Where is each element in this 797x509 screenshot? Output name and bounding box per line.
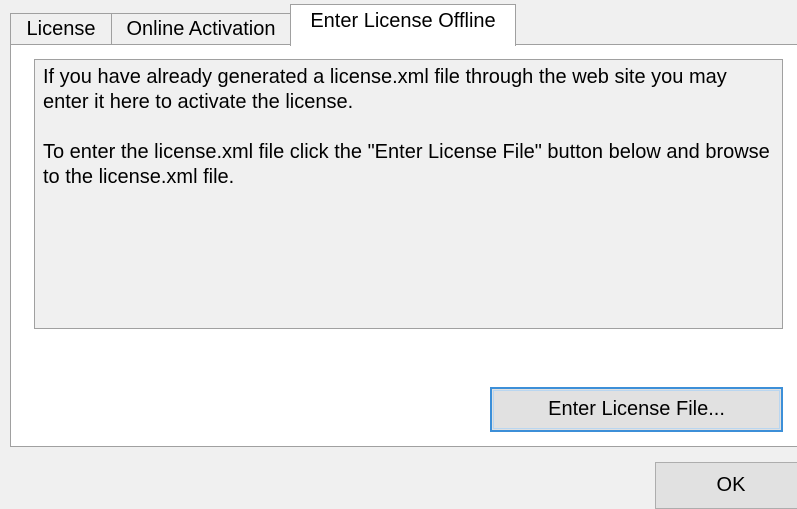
tab-panel-enter-license-offline: If you have already generated a license.…	[10, 44, 797, 447]
instructions-paragraph-1: If you have already generated a license.…	[43, 66, 727, 113]
enter-license-file-button[interactable]: Enter License File...	[490, 387, 783, 432]
enter-license-file-button-label: Enter License File...	[548, 398, 725, 420]
instructions-paragraph-2: To enter the license.xml file click the …	[43, 141, 770, 188]
ok-button[interactable]: OK	[655, 462, 797, 509]
ok-button-label: OK	[716, 474, 746, 496]
tab-license-label: License	[26, 18, 96, 40]
instructions-textbox: If you have already generated a license.…	[34, 59, 783, 329]
tab-enter-license-offline[interactable]: Enter License Offline	[290, 4, 516, 46]
tab-online-activation[interactable]: Online Activation	[111, 13, 291, 45]
tab-enter-license-offline-label: Enter License Offline	[310, 10, 496, 32]
tab-online-activation-label: Online Activation	[126, 18, 276, 40]
tab-license[interactable]: License	[10, 13, 112, 45]
